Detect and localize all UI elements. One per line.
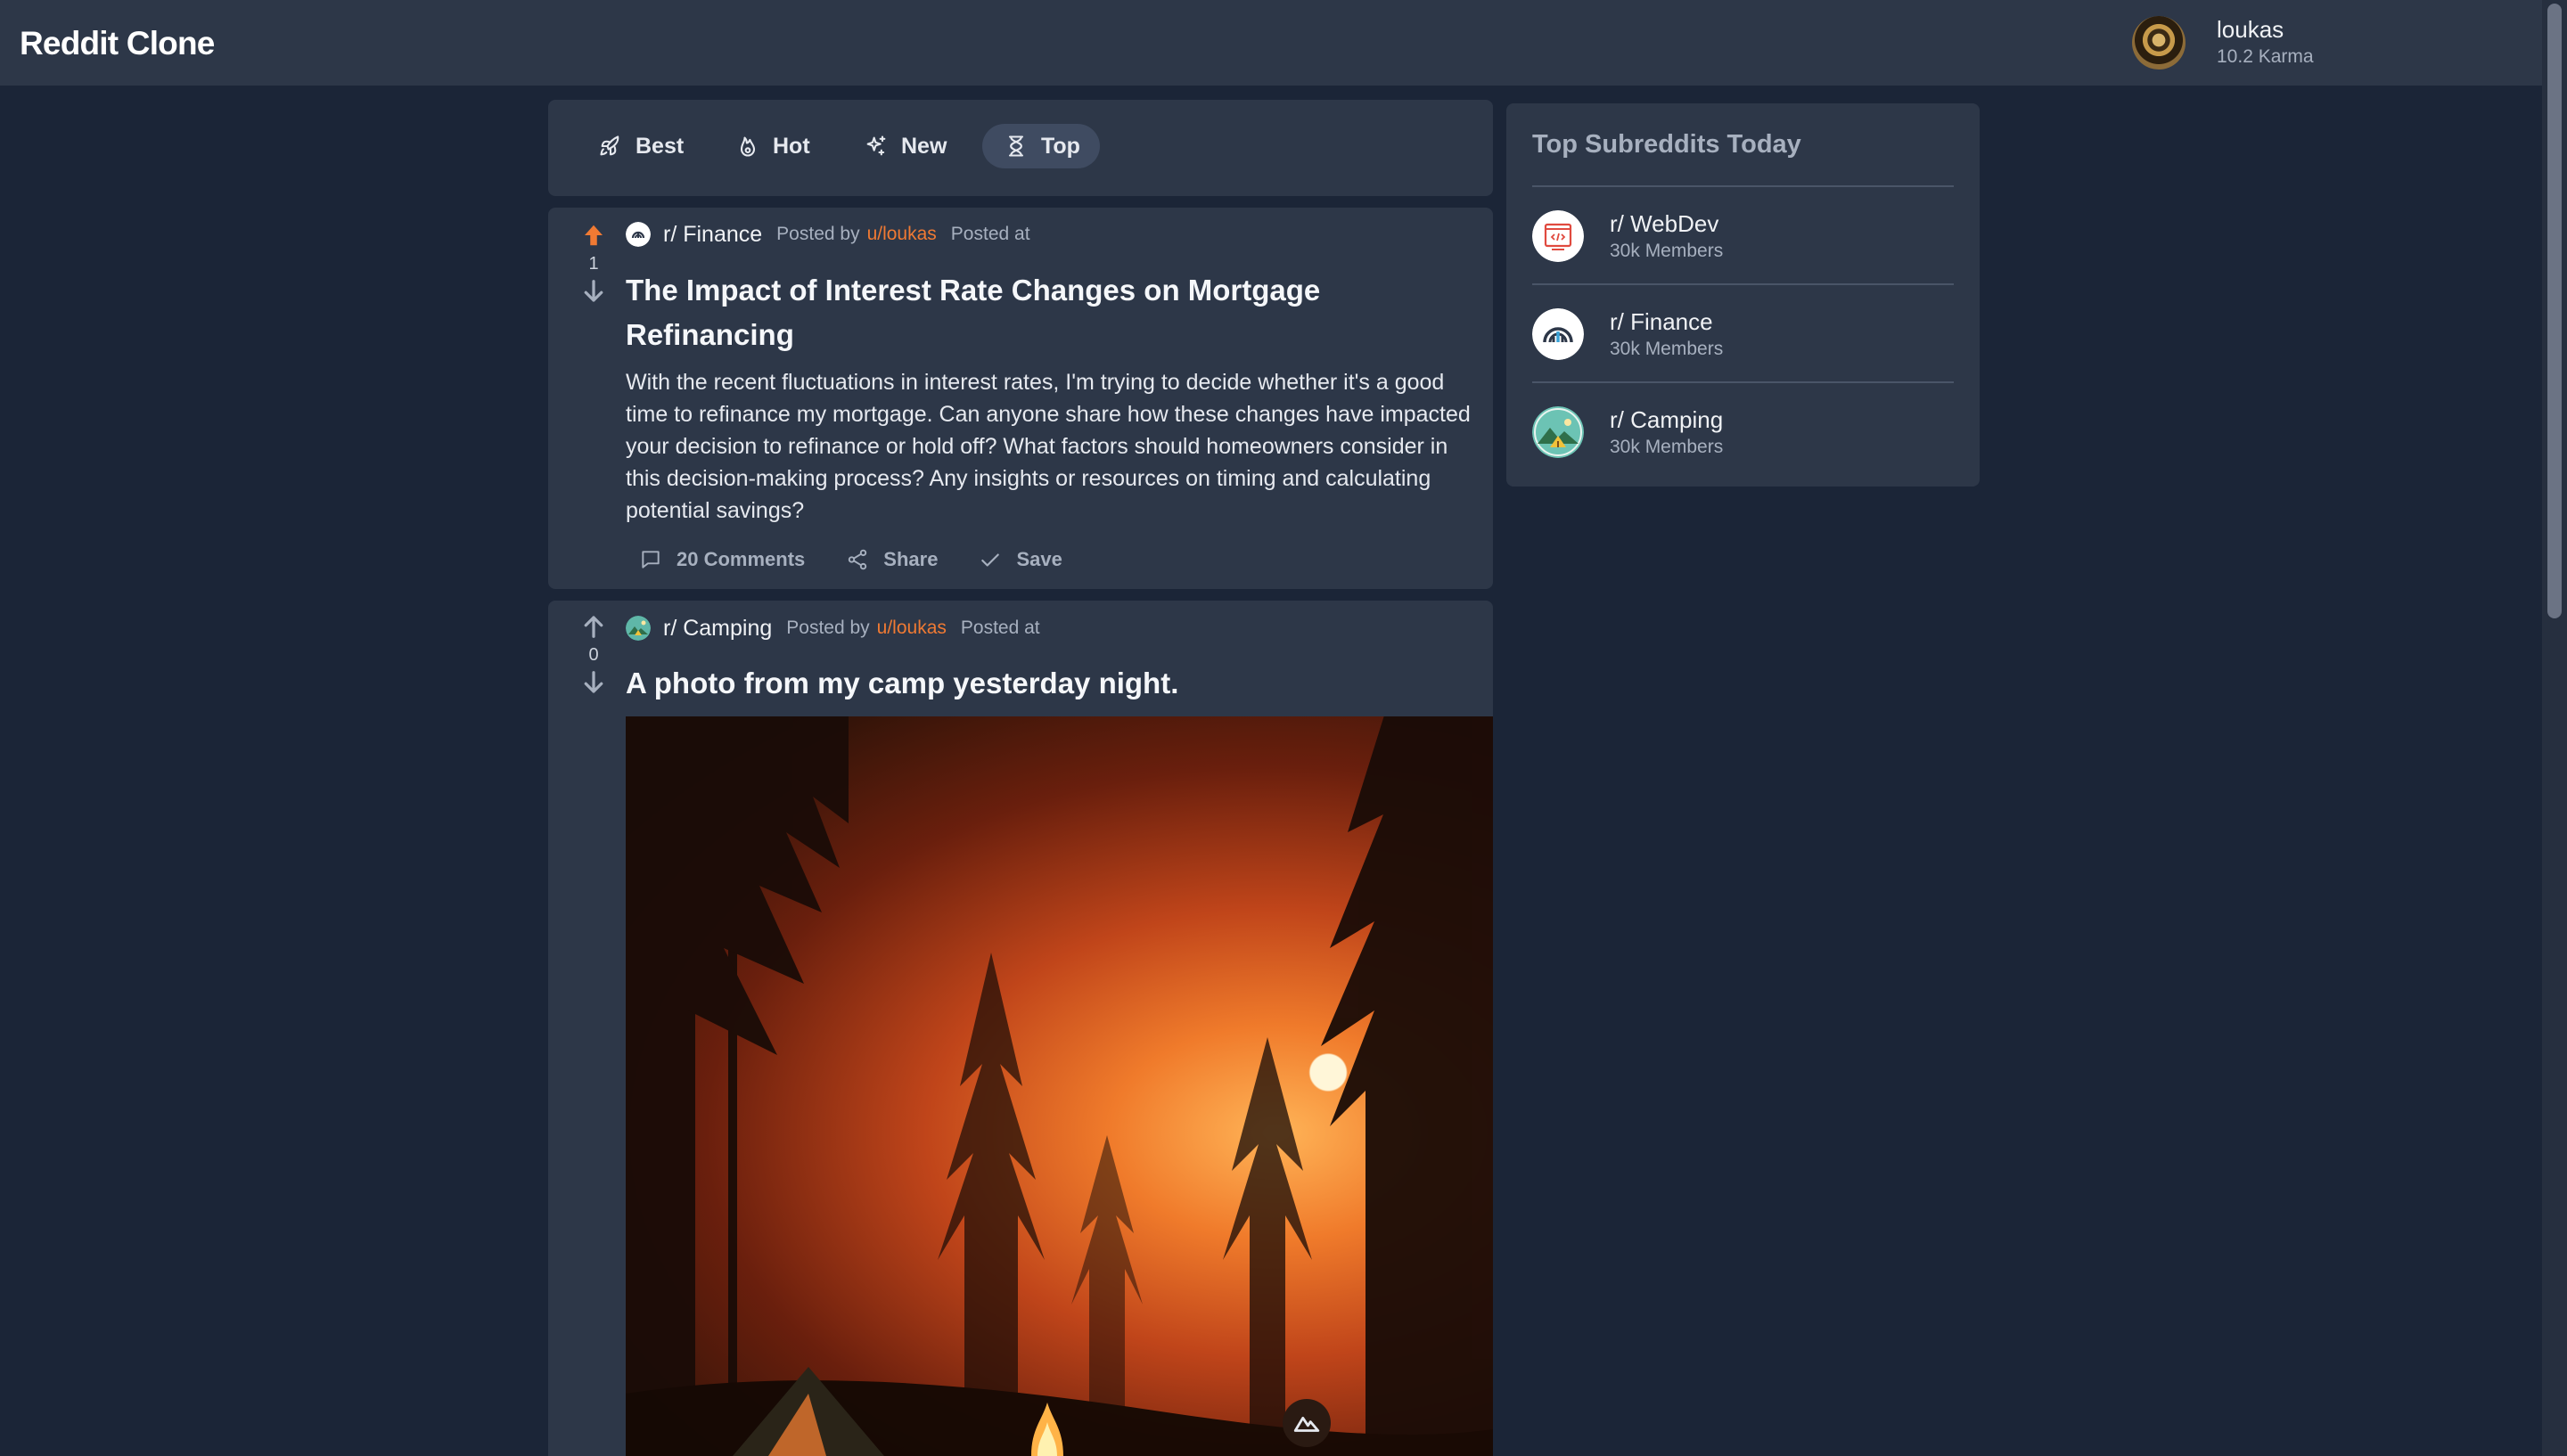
posted-at-label: Posted at	[960, 618, 1040, 638]
tab-new[interactable]: New	[864, 124, 947, 168]
comments-button[interactable]: 20 Comments	[639, 548, 805, 571]
mountain-tent-icon	[1532, 406, 1584, 458]
mountain-tent-icon[interactable]	[626, 616, 651, 641]
sparkles-icon	[866, 135, 886, 156]
sidebar-item-name: r/ WebDev	[1610, 210, 1719, 237]
vote-panel: 0	[566, 613, 621, 696]
save-button[interactable]: Save	[979, 548, 1062, 571]
post-title[interactable]: The Impact of Interest Rate Changes on M…	[626, 268, 1472, 357]
user-profile[interactable]: loukas 10.2 Karma	[2132, 16, 2524, 71]
sidebar-item-name: r/ Finance	[1610, 308, 1713, 335]
tab-top-label: Top	[1041, 133, 1080, 159]
avatar[interactable]	[2132, 16, 2186, 70]
posted-by-label: Posted by	[786, 618, 870, 638]
top-navbar: Reddit Clone loukas 10.2 Karma	[0, 0, 2542, 86]
post-card-finance: 1 r/ Finance Posted by u/loukas Posted a…	[548, 208, 1493, 589]
flame-icon	[740, 136, 756, 157]
sidebar-item-finance[interactable]: r/ Finance 30k Members	[1532, 283, 1954, 381]
posted-at-label: Posted at	[950, 224, 1030, 244]
share-button[interactable]: Share	[846, 548, 938, 571]
app-logo-title[interactable]: Reddit Clone	[20, 25, 215, 62]
sidebar-title: Top Subreddits Today	[1532, 130, 1801, 159]
forest-silhouette	[626, 716, 1493, 1456]
vote-score: 0	[588, 645, 599, 665]
post-subreddit-link[interactable]: r/ Finance	[663, 222, 762, 248]
image-watermark-badge	[1283, 1399, 1331, 1447]
tab-hot[interactable]: Hot	[735, 124, 810, 168]
comment-bubble-icon	[642, 551, 660, 568]
scrollbar-thumb[interactable]	[2547, 4, 2562, 618]
rocket-icon	[600, 135, 619, 156]
tab-top[interactable]: Top	[982, 124, 1100, 168]
upvote-arrow-icon[interactable]	[580, 613, 607, 640]
sidebar-item-camping[interactable]: r/ Camping 30k Members	[1532, 381, 1954, 479]
share-label: Share	[883, 548, 939, 570]
post-meta: r/ Finance Posted by u/loukas Posted at	[626, 219, 1030, 249]
vote-panel: 1	[566, 222, 621, 305]
save-label: Save	[1016, 548, 1062, 570]
tab-best[interactable]: Best	[598, 124, 684, 168]
vote-score: 1	[588, 254, 599, 274]
sidebar-item-members: 30k Members	[1610, 339, 1724, 359]
code-window-icon	[1532, 210, 1584, 262]
sidebar-item-members: 30k Members	[1610, 437, 1724, 457]
share-icon	[849, 549, 867, 570]
tab-best-label: Best	[636, 133, 685, 159]
finance-chart-icon	[1532, 308, 1584, 360]
sort-bar: Best Hot New Top	[548, 100, 1493, 196]
tab-new-label: New	[901, 133, 947, 159]
finance-chart-icon[interactable]	[626, 222, 651, 247]
post-actions: 20 Comments Share Save	[639, 548, 1103, 571]
comments-count: 20 Comments	[677, 548, 806, 570]
posted-by-label: Posted by	[776, 224, 860, 244]
post-author-link[interactable]: u/loukas	[867, 224, 937, 245]
tab-hot-label: Hot	[773, 133, 810, 159]
sidebar-item-name: r/ Camping	[1610, 406, 1724, 433]
post-body: With the recent fluctuations in interest…	[626, 370, 1471, 523]
post-title[interactable]: A photo from my camp yesterday night.	[626, 661, 1472, 706]
sidebar-item-members: 30k Members	[1610, 241, 1724, 261]
scrollbar[interactable]	[2542, 0, 2567, 1456]
user-karma: 10.2 Karma	[2217, 46, 2314, 67]
sidebar-item-webdev[interactable]: r/ WebDev 30k Members	[1532, 185, 1954, 283]
check-icon	[981, 553, 1000, 567]
downvote-arrow-icon[interactable]	[580, 669, 607, 696]
top-subreddits-sidebar: Top Subreddits Today r/ WebDev 30k Membe…	[1506, 103, 1980, 487]
downvote-arrow-icon[interactable]	[580, 278, 607, 305]
user-name: loukas	[2217, 16, 2284, 43]
upvote-arrow-icon[interactable]	[580, 222, 607, 249]
hourglass-icon	[1008, 135, 1024, 157]
post-image[interactable]	[626, 716, 1493, 1456]
mountain-logo-icon	[1293, 1416, 1320, 1432]
post-meta: r/ Camping Posted by u/loukas Posted at	[626, 613, 1040, 643]
post-subreddit-link[interactable]: r/ Camping	[663, 616, 772, 642]
post-card-camping: 0 r/ Camping Posted by u/loukas Posted a…	[548, 601, 1493, 1456]
post-author-link[interactable]: u/loukas	[877, 618, 947, 639]
